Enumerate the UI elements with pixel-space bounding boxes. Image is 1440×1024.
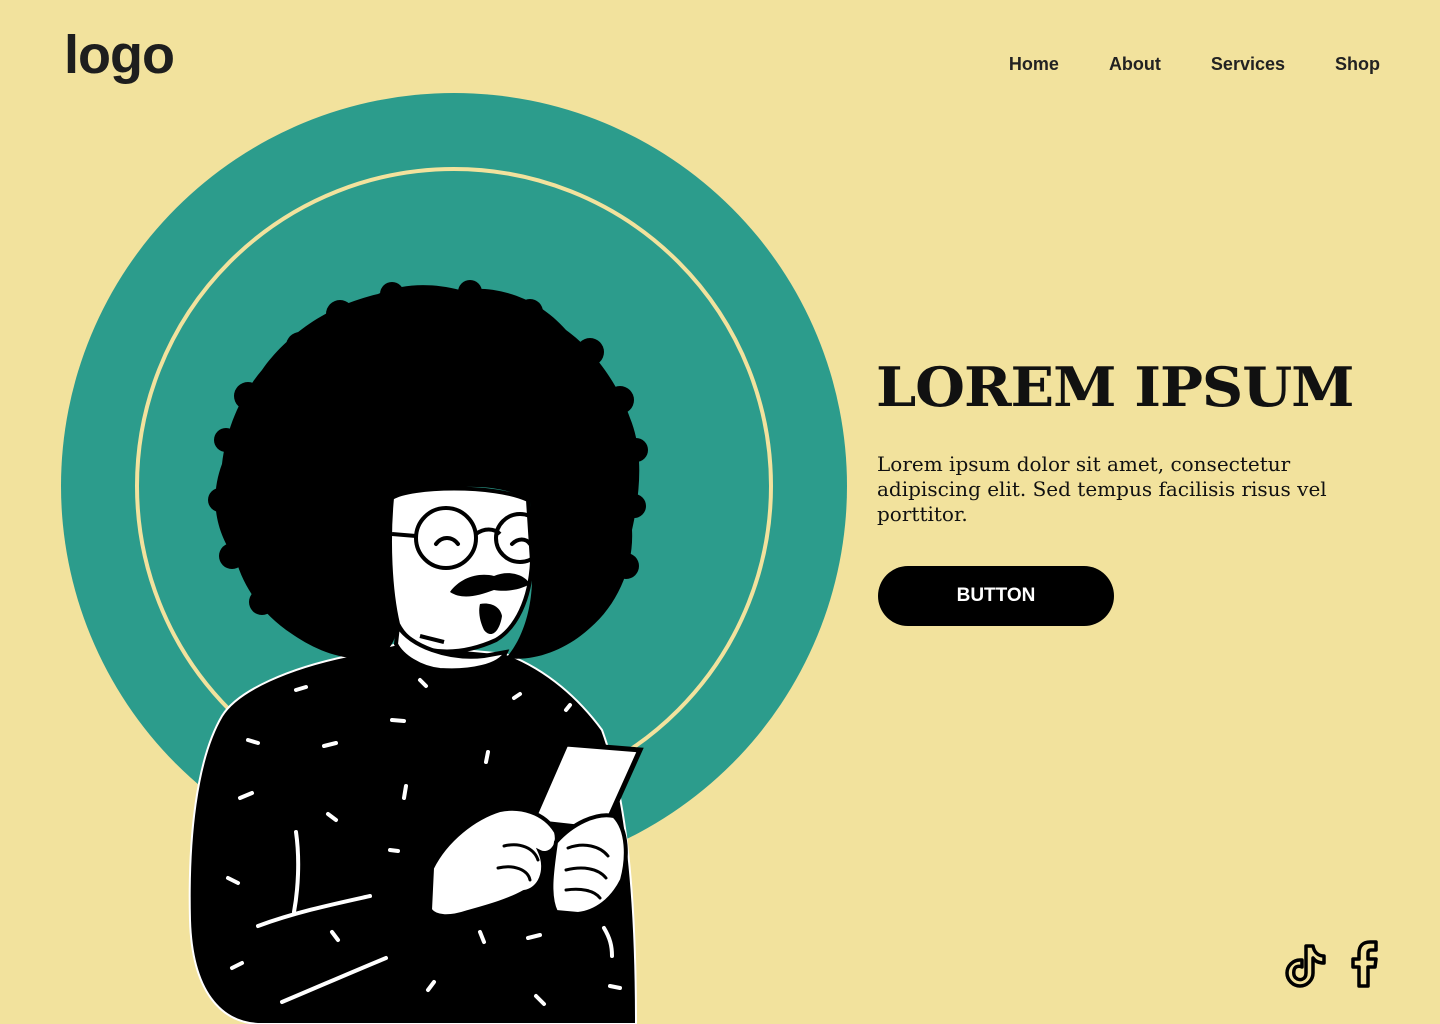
nav-about[interactable]: About [1109,52,1161,76]
hero-illustration [61,93,847,1024]
main-nav: Home About Services Shop [1009,52,1380,76]
hero-description: Lorem ipsum dolor sit amet, consectetur … [877,452,1327,526]
tiktok-icon[interactable] [1284,940,1326,988]
nav-shop[interactable]: Shop [1335,52,1380,76]
nav-home[interactable]: Home [1009,52,1059,76]
hero-cta-button[interactable]: BUTTON [878,566,1114,626]
facebook-icon[interactable] [1348,940,1390,988]
social-links [1284,940,1390,988]
hero-title: LOREM IPSUM [876,355,1354,419]
nav-services[interactable]: Services [1211,52,1285,76]
